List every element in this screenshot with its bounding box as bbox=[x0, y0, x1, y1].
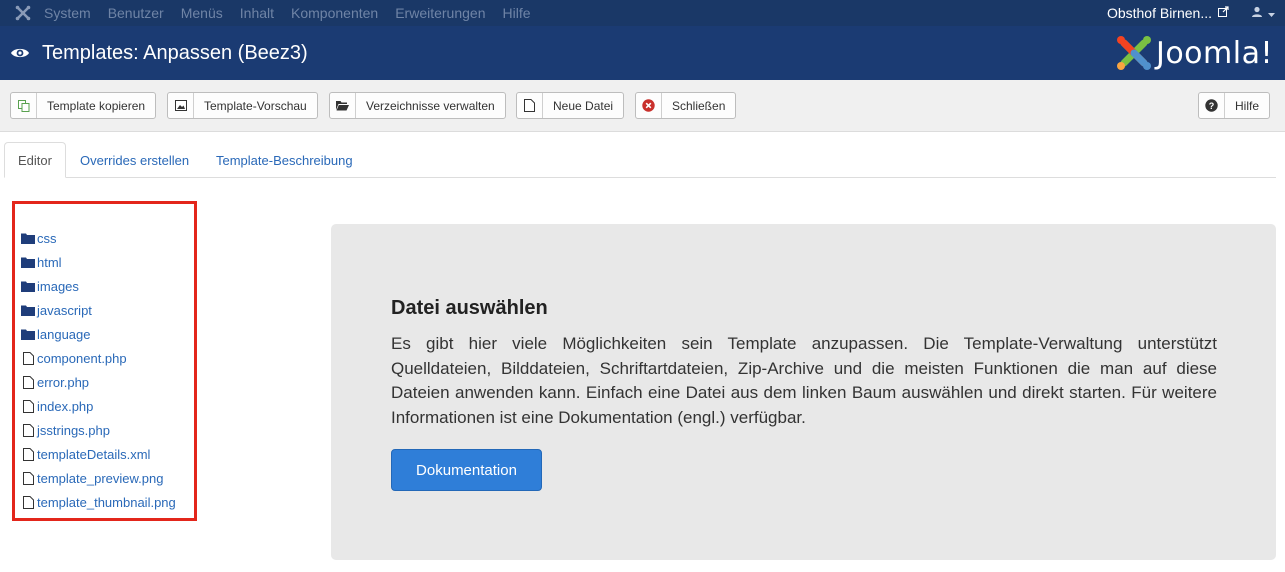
copy-icon bbox=[11, 93, 37, 118]
tree-folder-javascript[interactable]: javascript bbox=[21, 301, 92, 319]
site-name-link[interactable]: Obsthof Birnen... bbox=[1107, 5, 1212, 21]
tree-file-index-php[interactable]: index.php bbox=[21, 397, 93, 415]
main-menu: System Benutzer Menüs Inhalt Komponenten… bbox=[44, 5, 548, 21]
tab-divider bbox=[4, 177, 1276, 178]
caret-down-icon bbox=[1268, 6, 1275, 21]
joomla-menu-icon[interactable] bbox=[10, 0, 36, 26]
svg-text:?: ? bbox=[1209, 101, 1215, 111]
menu-item-menus[interactable]: Menüs bbox=[181, 5, 223, 21]
user-menu[interactable] bbox=[1251, 6, 1275, 21]
folder-icon bbox=[21, 327, 35, 341]
tree-folder-html[interactable]: html bbox=[21, 253, 62, 271]
tree-file-template-thumbnail-png[interactable]: template_thumbnail.png bbox=[21, 493, 176, 511]
new-file-button[interactable]: Neue Datei bbox=[516, 92, 625, 119]
tree-file-template-preview-png[interactable]: template_preview.png bbox=[21, 469, 163, 487]
joomla-wordmark: Joomla! bbox=[1155, 35, 1273, 71]
folder-icon bbox=[21, 255, 35, 269]
tab-template-description[interactable]: Template-Beschreibung bbox=[216, 142, 353, 178]
file-icon bbox=[21, 351, 35, 365]
file-icon bbox=[517, 93, 543, 118]
panel-description: Es gibt hier viele Möglichkeiten sein Te… bbox=[391, 334, 1217, 427]
close-button[interactable]: Schließen bbox=[635, 92, 737, 119]
menu-item-content[interactable]: Inhalt bbox=[240, 5, 274, 21]
menu-item-help[interactable]: Hilfe bbox=[502, 5, 530, 21]
folder-open-icon bbox=[330, 93, 356, 118]
file-icon bbox=[21, 375, 35, 389]
tree-file-jsstrings-php[interactable]: jsstrings.php bbox=[21, 421, 110, 439]
manage-folders-button[interactable]: Verzeichnisse verwalten bbox=[329, 92, 506, 119]
admin-menu-bar: System Benutzer Menüs Inhalt Komponenten… bbox=[0, 0, 1285, 26]
tab-editor[interactable]: Editor bbox=[4, 142, 66, 178]
tab-overrides[interactable]: Overrides erstellen bbox=[80, 142, 189, 178]
tree-folder-language[interactable]: language bbox=[21, 325, 91, 343]
tree-file-error-php[interactable]: error.php bbox=[21, 373, 89, 391]
menu-item-system[interactable]: System bbox=[44, 5, 91, 21]
documentation-button[interactable]: Dokumentation bbox=[391, 449, 542, 491]
tab-bar: Editor Overrides erstellen Template-Besc… bbox=[0, 132, 1285, 178]
file-icon bbox=[21, 471, 35, 485]
tree-folder-images[interactable]: images bbox=[21, 277, 79, 295]
user-icon bbox=[1251, 6, 1263, 21]
file-icon bbox=[21, 447, 35, 461]
file-tree: css html images javascript language comp… bbox=[12, 201, 197, 521]
folder-icon bbox=[21, 231, 35, 245]
template-preview-button[interactable]: Template-Vorschau bbox=[167, 92, 318, 119]
file-icon bbox=[21, 423, 35, 437]
menu-item-users[interactable]: Benutzer bbox=[108, 5, 164, 21]
tree-file-templatedetails-xml[interactable]: templateDetails.xml bbox=[21, 445, 150, 463]
question-circle-icon: ? bbox=[1199, 93, 1225, 118]
copy-template-button[interactable]: Template kopieren bbox=[10, 92, 157, 119]
eye-icon bbox=[10, 46, 30, 60]
menu-item-extensions[interactable]: Erweiterungen bbox=[395, 5, 485, 21]
image-icon bbox=[168, 93, 194, 118]
folder-icon bbox=[21, 303, 35, 317]
cancel-circle-icon bbox=[636, 93, 662, 118]
folder-icon bbox=[21, 279, 35, 293]
tree-folder-css[interactable]: css bbox=[21, 229, 57, 247]
panel-heading: Datei auswählen bbox=[391, 297, 548, 319]
file-icon bbox=[21, 495, 35, 509]
select-file-panel: Datei auswählen Es gibt hier viele Mögli… bbox=[331, 224, 1276, 560]
joomla-logo: Joomla! bbox=[1116, 35, 1273, 71]
file-icon bbox=[21, 399, 35, 413]
help-button[interactable]: ? Hilfe bbox=[1198, 92, 1271, 119]
toolbar: Template kopieren Template-Vorschau Verz… bbox=[0, 80, 1285, 132]
menu-item-components[interactable]: Komponenten bbox=[291, 5, 378, 21]
page-header: Templates: Anpassen (Beez3) Joomla! bbox=[0, 26, 1285, 80]
tree-file-component-php[interactable]: component.php bbox=[21, 349, 127, 367]
page-title: Templates: Anpassen (Beez3) bbox=[42, 41, 308, 64]
external-link-icon bbox=[1218, 6, 1229, 20]
joomla-logo-icon bbox=[1116, 36, 1151, 70]
